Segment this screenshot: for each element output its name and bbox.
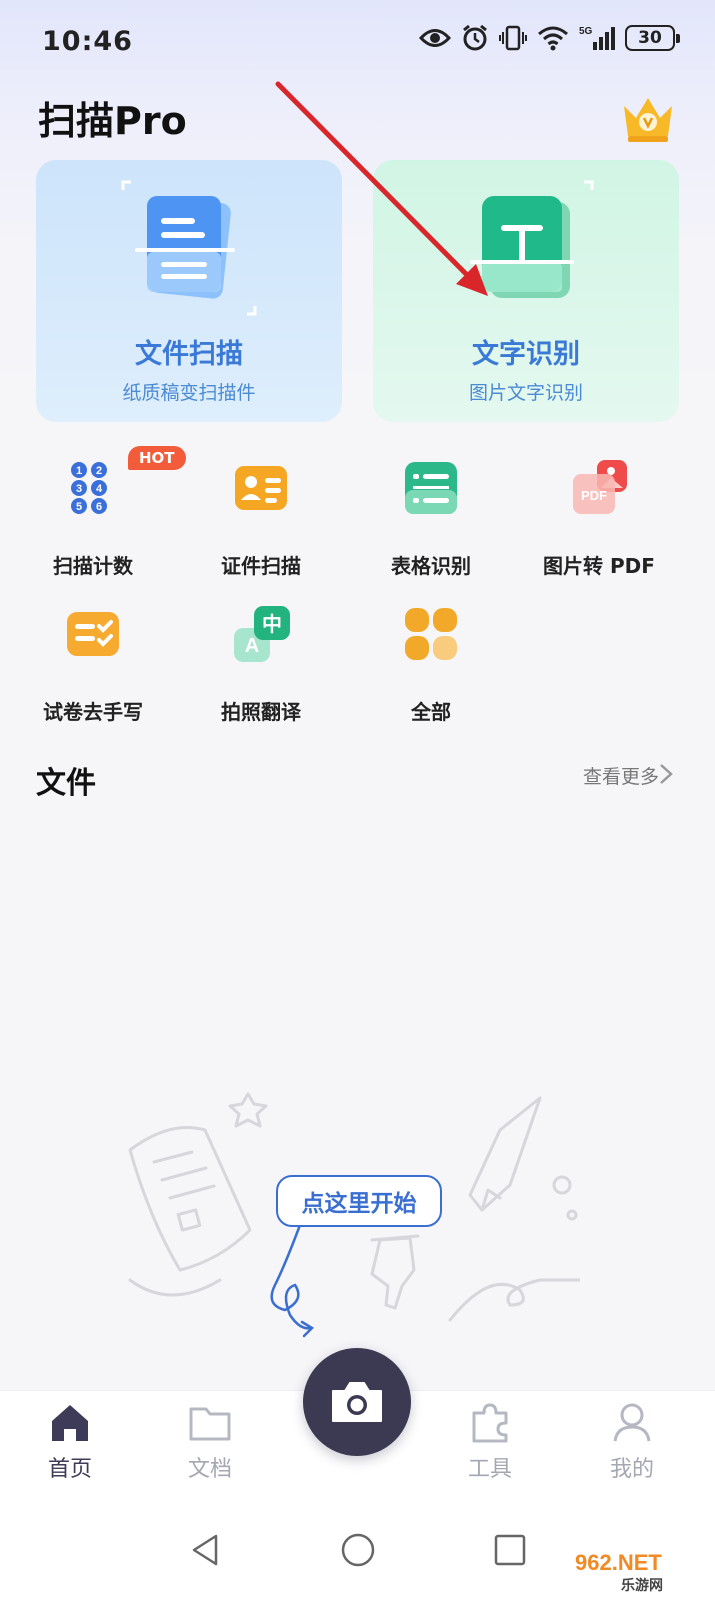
nav-label: 文档: [187, 1457, 232, 1482]
alarm-icon: [463, 24, 487, 51]
document-scan-title: 文件扫描: [135, 339, 243, 370]
tool-label: 试卷去手写: [43, 700, 143, 724]
crown-vip-icon[interactable]: [620, 92, 676, 144]
tool-label: 扫描计数: [53, 554, 133, 578]
nav-item-home[interactable]: 首页: [20, 1401, 120, 1483]
tool-all[interactable]: 全部: [356, 606, 506, 726]
all-apps-icon: [405, 608, 457, 660]
home-icon: [52, 1405, 88, 1441]
nav-label: 我的: [609, 1457, 654, 1482]
svg-text:3: 3: [76, 483, 82, 495]
start-hint-bubble: 点这里开始: [276, 1175, 442, 1227]
remove-handwriting-icon: [67, 612, 119, 656]
home-circle-icon[interactable]: [338, 1530, 378, 1570]
text-recognition-title: 文字识别: [472, 339, 580, 370]
tool-label: 拍照翻译: [221, 700, 301, 724]
camera-button[interactable]: [303, 1348, 411, 1456]
svg-text:中: 中: [262, 612, 282, 636]
tool-scan-count[interactable]: 1 2 3 4 5 6 HOT 扫描计数: [18, 446, 186, 580]
folder-icon: [189, 1407, 231, 1441]
svg-text:乐游网: 乐游网: [621, 1577, 663, 1594]
svg-text:PDF: PDF: [581, 488, 607, 503]
nav-item-profile[interactable]: 我的: [582, 1401, 682, 1483]
document-scan-subtitle: 纸质稿变扫描件: [122, 382, 256, 404]
svg-text:4: 4: [96, 483, 103, 495]
puzzle-icon: [472, 1403, 508, 1443]
nav-label: 工具: [467, 1457, 512, 1482]
tool-label: 图片转 PDF: [543, 554, 655, 578]
annotation-arrow: [275, 81, 488, 296]
tool-label: 全部: [411, 700, 451, 724]
vibrate-icon: [499, 25, 527, 51]
svg-text:5G: 5G: [579, 26, 593, 37]
image-to-pdf-icon: PDF: [573, 460, 627, 514]
id-card-icon: [235, 466, 287, 510]
tool-table-recognition[interactable]: 表格识别: [356, 460, 506, 580]
svg-text:A: A: [245, 635, 259, 657]
tool-photo-translate[interactable]: A 中 拍照翻译: [186, 606, 336, 726]
document-scan-icon: [121, 180, 257, 316]
svg-text:962.NET: 962.NET: [575, 1550, 662, 1575]
eye-icon: [419, 29, 451, 47]
svg-text:5: 5: [76, 501, 82, 513]
svg-text:1: 1: [76, 465, 82, 477]
status-icons: 5G 30: [419, 24, 680, 52]
translate-icon: A 中: [234, 606, 290, 662]
nav-item-documents[interactable]: 文档: [160, 1401, 260, 1483]
cellular-signal-icon: 5G: [579, 26, 615, 50]
wifi-icon: [538, 26, 568, 51]
hot-badge: HOT: [128, 446, 186, 470]
tool-label: 证件扫描: [221, 554, 301, 578]
battery-indicator: 30: [625, 25, 680, 51]
recent-apps-icon[interactable]: [490, 1530, 530, 1570]
site-watermark-logo: 962.NET 乐游网: [569, 1546, 709, 1594]
app-title: 扫描Pro: [38, 99, 187, 143]
back-icon[interactable]: [186, 1530, 226, 1570]
tool-image-to-pdf[interactable]: PDF 图片转 PDF: [524, 460, 674, 580]
svg-text:2: 2: [96, 465, 102, 477]
status-bar: 10:46 5G 30: [0, 0, 715, 84]
nav-label: 首页: [47, 1457, 92, 1482]
status-time: 10:46: [42, 26, 133, 57]
text-recognition-subtitle: 图片文字识别: [468, 382, 583, 404]
files-section-title: 文件: [36, 766, 96, 801]
tool-label: 表格识别: [391, 554, 471, 578]
count-icon: 1 2 3 4 5 6: [71, 462, 107, 514]
view-more-link[interactable]: 查看更多: [583, 762, 659, 789]
tool-remove-handwriting[interactable]: 试卷去手写: [18, 606, 168, 726]
chevron-right-icon[interactable]: [657, 762, 675, 786]
table-icon: [405, 462, 457, 514]
svg-text:6: 6: [96, 501, 102, 513]
profile-icon: [613, 1403, 651, 1442]
tool-id-scan[interactable]: 证件扫描: [186, 460, 336, 580]
nav-item-tools[interactable]: 工具: [440, 1401, 540, 1483]
camera-icon: [332, 1382, 382, 1422]
